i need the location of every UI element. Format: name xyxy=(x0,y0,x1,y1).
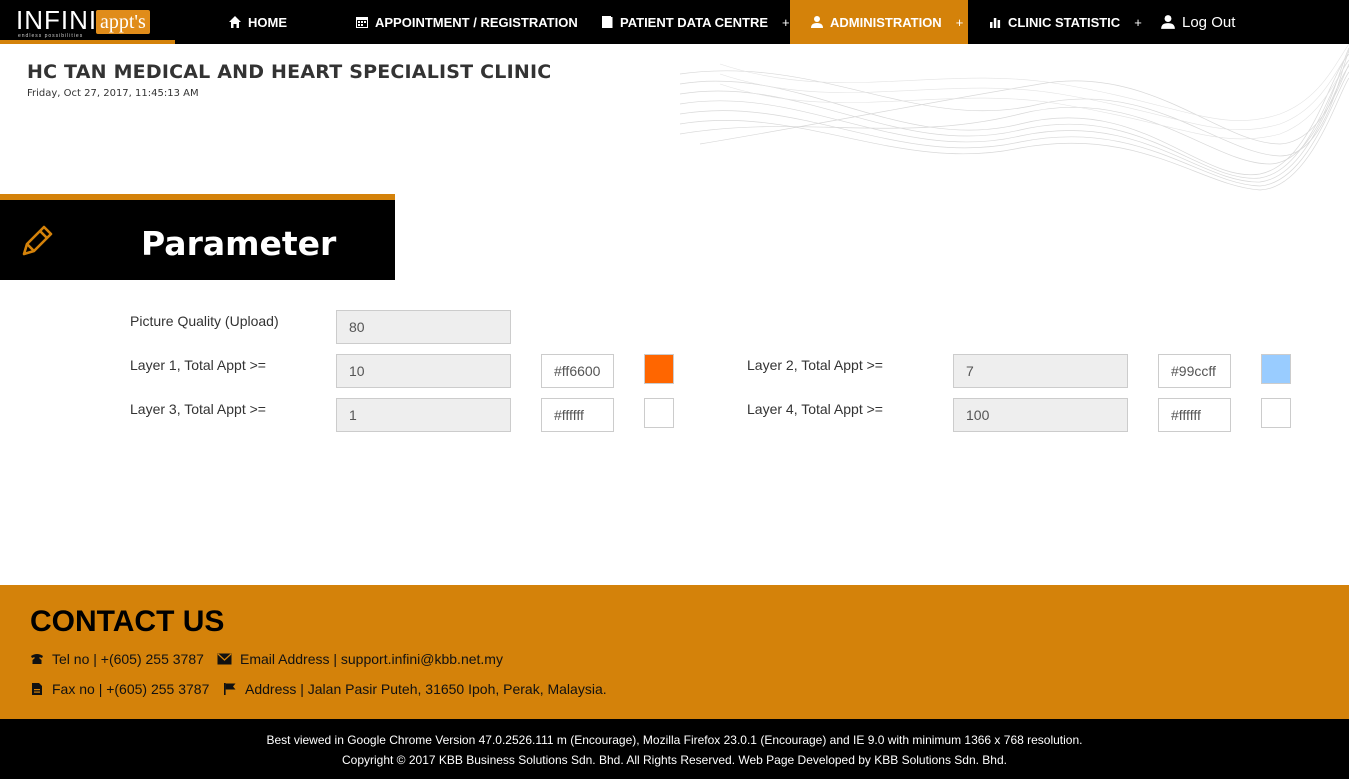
layer4-color-swatch[interactable] xyxy=(1261,398,1291,428)
pencil-icon xyxy=(22,225,53,256)
top-navbar: INFINI appt's endless possibilities HOME… xyxy=(0,0,1349,44)
user-icon xyxy=(811,16,823,28)
nav-home[interactable]: HOME xyxy=(228,0,287,44)
picture-quality-label: Picture Quality (Upload) xyxy=(130,313,279,329)
nav-logout[interactable]: Log Out xyxy=(1160,0,1235,44)
nav-appointment-label: APPOINTMENT / REGISTRATION xyxy=(375,14,578,30)
nav-patient-label: PATIENT DATA CENTRE xyxy=(620,14,769,30)
nav-statistic-label: CLINIC STATISTIC xyxy=(1008,14,1121,30)
logo-tagline: endless possibilities xyxy=(18,33,84,39)
contact-fax: Fax no | +(605) 255 3787 xyxy=(30,681,209,697)
bar-chart-icon xyxy=(990,18,1001,28)
nav-appointment[interactable]: APPOINTMENT / REGISTRATION xyxy=(355,0,578,44)
clinic-name: HC TAN MEDICAL AND HEART SPECIALIST CLIN… xyxy=(27,61,552,83)
envelope-icon xyxy=(217,653,232,665)
nav-administration-label: ADMINISTRATION xyxy=(830,14,942,30)
page-footer: Best viewed in Google Chrome Version 47.… xyxy=(0,719,1349,779)
logo-badge: appt's xyxy=(96,10,150,34)
layer4-color-input[interactable]: #ffffff xyxy=(1158,398,1231,432)
layer4-label: Layer 4, Total Appt >= xyxy=(747,401,883,417)
nav-statistic-expand: + xyxy=(1134,14,1142,30)
app-logo[interactable]: INFINI appt's endless possibilities xyxy=(0,0,175,44)
layer3-color-swatch[interactable] xyxy=(644,398,674,428)
layer2-color-swatch[interactable] xyxy=(1261,354,1291,384)
contact-address-text: Address | Jalan Pasir Puteh, 31650 Ipoh,… xyxy=(245,681,607,697)
nav-clinic-statistic[interactable]: CLINIC STATISTIC + xyxy=(988,0,1142,44)
contact-tel: Tel no | +(605) 255 3787 xyxy=(30,651,204,667)
contact-section: CONTACT US Tel no | +(605) 255 3787 Emai… xyxy=(0,585,1349,719)
layer2-label: Layer 2, Total Appt >= xyxy=(747,357,883,373)
layer2-value-input[interactable]: 7 xyxy=(953,354,1128,388)
nav-administration-expand: + xyxy=(955,14,964,30)
nav-administration[interactable]: ADMINISTRATION + xyxy=(790,0,968,44)
picture-quality-input[interactable]: 80 xyxy=(336,310,511,344)
layer4-value-input[interactable]: 100 xyxy=(953,398,1128,432)
flag-icon xyxy=(224,683,236,695)
nav-logout-label: Log Out xyxy=(1182,13,1236,31)
fax-icon xyxy=(32,683,42,695)
layer1-label: Layer 1, Total Appt >= xyxy=(130,357,266,373)
nav-home-label: HOME xyxy=(248,14,287,30)
layer1-value-input[interactable]: 10 xyxy=(336,354,511,388)
contact-email: Email Address | support.infini@kbb.net.m… xyxy=(217,651,503,667)
calendar-icon xyxy=(356,17,368,28)
home-icon xyxy=(229,16,241,28)
layer2-color-input[interactable]: #99ccff xyxy=(1158,354,1231,388)
page-title-banner: Parameter xyxy=(0,194,395,280)
nav-patient-expand: + xyxy=(782,14,790,30)
contact-address: Address | Jalan Pasir Puteh, 31650 Ipoh,… xyxy=(223,681,607,697)
contact-email-text[interactable]: Email Address | support.infini@kbb.net.m… xyxy=(240,651,503,667)
layer3-color-input[interactable]: #ffffff xyxy=(541,398,614,432)
user-icon xyxy=(1161,15,1175,29)
layer3-value-input[interactable]: 1 xyxy=(336,398,511,432)
layer1-color-swatch[interactable] xyxy=(644,354,674,384)
logo-accent-bar xyxy=(0,40,175,44)
layer3-label: Layer 3, Total Appt >= xyxy=(130,401,266,417)
contact-title: CONTACT US xyxy=(30,605,225,638)
book-icon xyxy=(602,16,613,28)
contact-tel-text: Tel no | +(605) 255 3787 xyxy=(52,651,204,667)
page-title: Parameter xyxy=(141,224,337,263)
browser-note: Best viewed in Google Chrome Version 47.… xyxy=(266,733,1083,747)
logo-text: INFINI xyxy=(16,5,98,35)
contact-fax-text: Fax no | +(605) 255 3787 xyxy=(52,681,210,697)
decorative-wave xyxy=(680,44,1349,191)
phone-icon xyxy=(31,654,43,664)
copyright-text: Copyright © 2017 KBB Business Solutions … xyxy=(341,753,1007,767)
current-datetime: Friday, Oct 27, 2017, 11:45:13 AM xyxy=(27,88,199,99)
layer1-color-input[interactable]: #ff6600 xyxy=(541,354,614,388)
nav-patient-data[interactable]: PATIENT DATA CENTRE + xyxy=(600,0,790,44)
